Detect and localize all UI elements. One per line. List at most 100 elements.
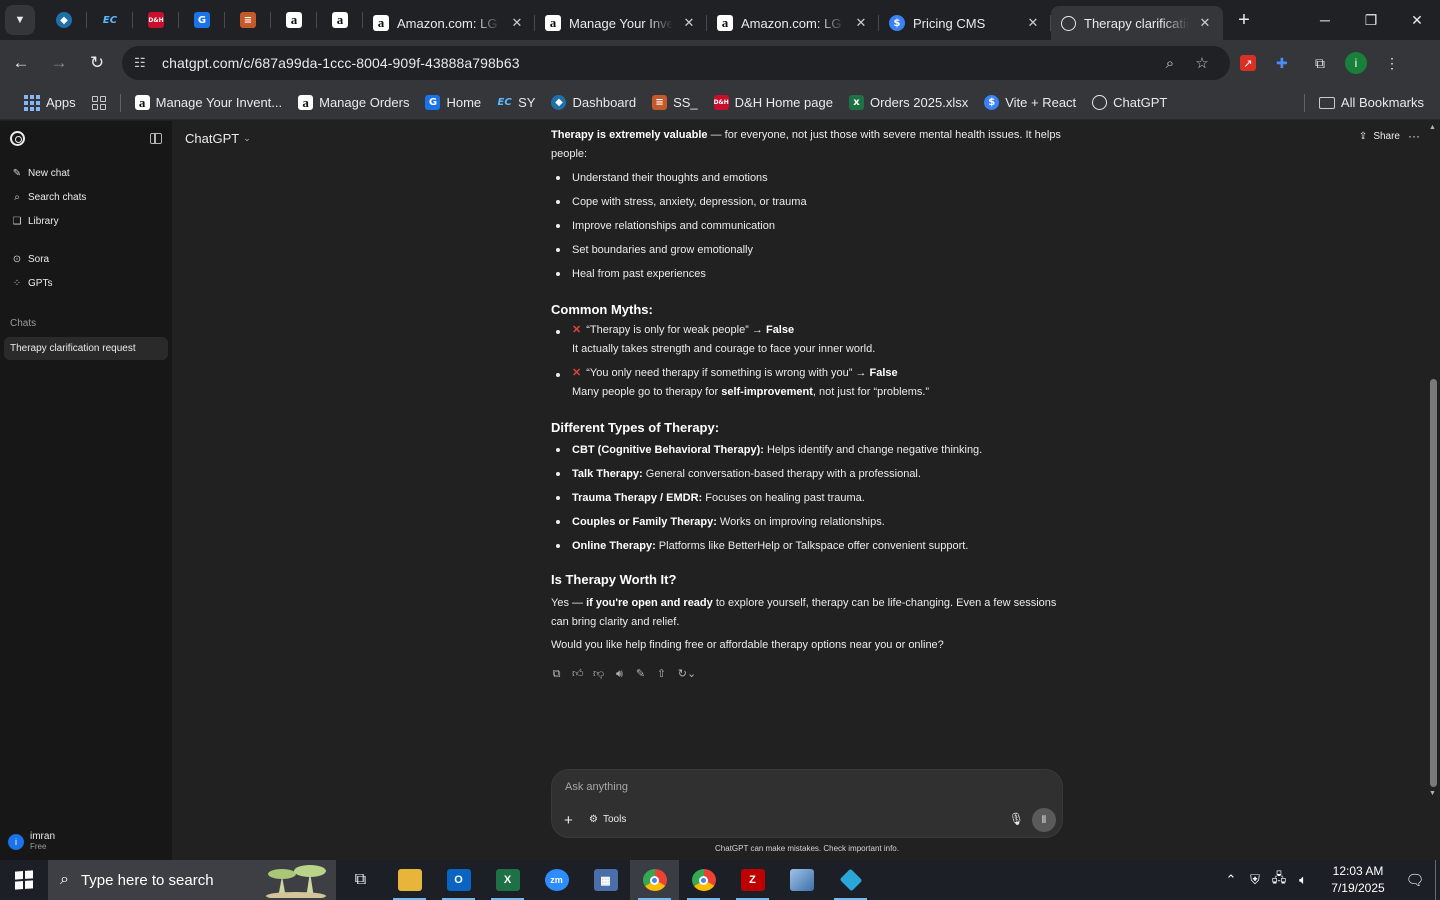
bookmark-item[interactable]: a Manage Orders — [290, 89, 417, 117]
new-tab-button[interactable]: + — [1229, 5, 1259, 35]
extension-button[interactable]: ✚ — [1266, 46, 1302, 80]
taskbar-filezilla[interactable]: Z — [728, 860, 777, 900]
browser-tab-active[interactable]: Therapy clarification ✕ — [1051, 6, 1223, 40]
close-icon[interactable]: ✕ — [1025, 15, 1041, 31]
extensions-menu-button[interactable]: ⧉ — [1302, 46, 1338, 80]
pinned-tab[interactable]: EC — [87, 0, 133, 40]
volume-icon[interactable]: 🔈︎ — [1291, 872, 1315, 888]
voice-mode-button[interactable]: ⦀ — [1032, 808, 1056, 832]
share-icon[interactable]: ⇧ — [656, 665, 667, 684]
browser-tab[interactable]: $ Pricing CMS ✕ — [879, 6, 1051, 40]
pinned-tab[interactable]: ≡ — [225, 0, 271, 40]
site-info-icon[interactable]: ☷ — [134, 55, 156, 71]
extension-button[interactable]: ↗ — [1230, 46, 1266, 80]
taskbar-search[interactable]: ⌕ Type here to search — [48, 860, 336, 900]
worth-bold: if you're open and ready — [586, 597, 713, 609]
taskbar-outlook[interactable]: O — [434, 860, 483, 900]
close-icon[interactable]: ✕ — [853, 15, 869, 31]
read-aloud-icon[interactable]: 🔊︎ — [614, 665, 625, 684]
scrollbar-thumb[interactable] — [1430, 379, 1437, 787]
bookmark-item[interactable]: x Orders 2025.xlsx — [841, 89, 976, 117]
taskbar-file-explorer[interactable] — [385, 860, 434, 900]
minimize-icon[interactable]: ─ — [1302, 0, 1348, 40]
show-desktop-button[interactable] — [1435, 860, 1440, 900]
composer[interactable]: Ask anything + ⚙ Tools 🎙︎ ⦀ — [551, 769, 1063, 838]
bookmark-item[interactable]: ≡ SS_ — [644, 89, 706, 117]
taskbar-app[interactable] — [777, 860, 826, 900]
forward-button[interactable]: → — [42, 46, 76, 80]
bookmark-apps[interactable]: Apps — [16, 89, 84, 117]
user-menu[interactable]: i imran Free — [8, 831, 55, 852]
thumbs-up-icon[interactable]: 👍︎ — [572, 665, 584, 684]
pinned-tab[interactable]: ◆ — [41, 0, 87, 40]
address-bar[interactable]: ☷ chatgpt.com/c/687a99da-1ccc-8004-909f-… — [122, 46, 1230, 80]
chevron-up-icon[interactable]: ⌃ — [1219, 872, 1243, 888]
scroll-up-icon[interactable]: ▲ — [1429, 124, 1436, 131]
sidebar-item-sora[interactable]: ⊙ Sora — [0, 247, 172, 271]
zoom-icon[interactable]: ⌕ — [1154, 55, 1186, 72]
back-button[interactable]: ← — [4, 46, 38, 80]
pinned-tab[interactable]: a — [317, 0, 363, 40]
security-icon[interactable]: ⛨ — [1243, 872, 1267, 888]
tab-groups-button[interactable] — [84, 89, 114, 117]
bookmark-item[interactable]: EC SY — [489, 89, 543, 117]
pinned-tab[interactable]: G — [179, 0, 225, 40]
bookmark-item[interactable]: ChatGPT — [1084, 89, 1175, 117]
bookmark-item[interactable]: $ Vite + React — [976, 89, 1084, 117]
openai-logo-icon[interactable] — [10, 130, 25, 146]
notification-icon[interactable]: 🗨︎ — [1395, 871, 1435, 889]
taskbar-chrome-active[interactable] — [630, 860, 679, 900]
regenerate-icon[interactable]: ↻⌄ — [677, 665, 697, 684]
taskbar-excel[interactable]: X — [483, 860, 532, 900]
taskbar-app[interactable] — [826, 860, 875, 900]
scrollbar[interactable]: ▲ ▼ — [1426, 121, 1440, 860]
sidebar-toggle-icon[interactable] — [150, 132, 162, 144]
copy-icon[interactable]: ⧉ — [551, 665, 562, 684]
scroll-down-icon[interactable]: ▼ — [1429, 790, 1436, 797]
model-selector[interactable]: ChatGPT ⌄ — [185, 131, 251, 146]
close-icon[interactable]: ✕ — [681, 15, 697, 31]
sidebar-item-search-chats[interactable]: ⌕ Search chats — [0, 185, 172, 209]
bookmark-item[interactable]: a Manage Your Invent... — [127, 89, 290, 117]
bookmark-item[interactable]: ◆ Dashboard — [543, 89, 644, 117]
pinned-tab[interactable]: a — [271, 0, 317, 40]
taskbar-calculator[interactable]: ▦ — [581, 860, 630, 900]
pinned-tab[interactable]: D&H — [133, 0, 179, 40]
restore-icon[interactable]: ❐ — [1348, 0, 1394, 40]
microphone-icon[interactable]: 🎙︎ — [1009, 812, 1024, 826]
clock[interactable]: 12:03 AM 7/19/2025 — [1321, 863, 1395, 897]
browser-tab[interactable]: a Manage Your Inventory ✕ — [535, 6, 707, 40]
bookmark-item[interactable]: D&H D&H Home page — [706, 89, 841, 117]
task-view-button[interactable]: ⧉ — [336, 860, 385, 900]
url-text[interactable]: chatgpt.com/c/687a99da-1ccc-8004-909f-43… — [162, 55, 1154, 71]
sidebar-item-library[interactable]: ❏ Library — [0, 209, 172, 233]
more-options-icon[interactable]: ··· — [1408, 129, 1420, 143]
edit-icon[interactable]: ✎ — [635, 665, 646, 684]
waveform-icon: ⦀ — [1041, 814, 1047, 826]
reload-button[interactable]: ↻ — [80, 46, 114, 80]
share-button[interactable]: ⇪ Share — [1359, 131, 1400, 142]
thumbs-down-icon[interactable]: 👎︎ — [593, 665, 604, 684]
all-bookmarks-button[interactable]: All Bookmarks — [1311, 89, 1432, 117]
browser-tab[interactable]: a Amazon.com: LG 27 ✕ — [707, 6, 879, 40]
taskbar-zoom[interactable]: zm — [532, 860, 581, 900]
close-icon[interactable]: ✕ — [1197, 15, 1213, 31]
close-window-icon[interactable]: ✕ — [1394, 0, 1440, 40]
plus-icon[interactable]: + — [564, 812, 573, 829]
start-button[interactable] — [0, 860, 48, 900]
sidebar-item-gpts[interactable]: ⁘ GPTs — [0, 271, 172, 295]
close-icon[interactable]: ✕ — [509, 15, 525, 31]
chat-history-item-active[interactable]: Therapy clarification request — [4, 337, 168, 360]
bookmark-item[interactable]: G Home — [417, 89, 489, 117]
browser-tab[interactable]: a Amazon.com: LG 27 ✕ — [363, 6, 535, 40]
browser-menu-button[interactable]: ⋮ — [1374, 46, 1410, 80]
network-icon[interactable]: 🖧︎ — [1267, 869, 1291, 891]
tab-search-button[interactable]: ▼ — [5, 5, 35, 35]
type-name: Trauma Therapy / EMDR: — [572, 491, 703, 504]
sidebar-item-new-chat[interactable]: ✎ New chat — [0, 161, 172, 185]
taskbar-chrome[interactable] — [679, 860, 728, 900]
star-icon[interactable]: ☆ — [1186, 54, 1218, 72]
profile-button[interactable]: i — [1338, 46, 1374, 80]
tools-button[interactable]: ⚙ Tools — [589, 814, 626, 825]
prompt-input[interactable]: Ask anything — [565, 781, 628, 793]
